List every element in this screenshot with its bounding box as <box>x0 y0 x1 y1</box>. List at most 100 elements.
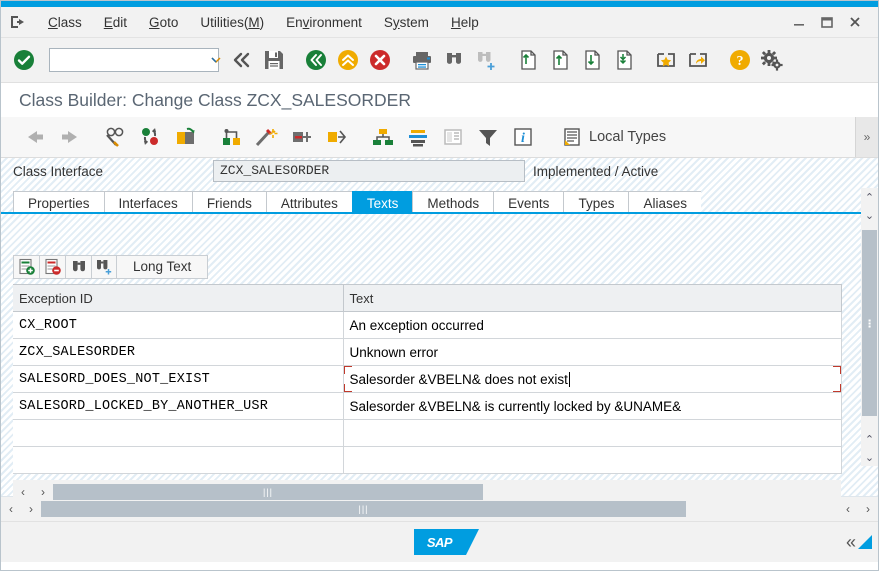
cell-exception-id[interactable]: SALESORD_LOCKED_BY_ANOTHER_USR <box>13 392 344 420</box>
tab-types[interactable]: Types <box>563 191 629 214</box>
command-input[interactable] <box>50 50 210 70</box>
scroll-up-icon[interactable]: ⌃ <box>861 188 878 206</box>
column-header-exception-id[interactable]: Exception ID <box>13 284 344 312</box>
settings-gear-icon[interactable] <box>757 45 787 75</box>
class-name-field[interactable]: ZCX_SALESORDER <box>213 160 525 182</box>
table-row[interactable]: ZCX_SALESORDER Unknown error <box>13 338 842 366</box>
table-row[interactable]: SALESORD_LOCKED_BY_ANOTHER_USR Salesorde… <box>13 392 842 420</box>
menu-item-class[interactable]: Class <box>37 13 93 32</box>
next-page-icon[interactable] <box>577 45 607 75</box>
scroll-left-icon[interactable]: ‹ <box>13 481 33 503</box>
structure-icon[interactable] <box>402 122 434 152</box>
cell-text[interactable] <box>343 446 842 474</box>
find-icon[interactable] <box>439 45 469 75</box>
signature-icon[interactable] <box>286 122 318 152</box>
window-scroll-right-icon-right[interactable]: › <box>858 498 878 520</box>
toolbar-overflow-button[interactable]: » <box>855 117 878 157</box>
cell-exception-id[interactable] <box>13 446 344 474</box>
cell-text[interactable]: Unknown error <box>343 338 842 366</box>
table-row-selected[interactable]: SALESORD_DOES_NOT_EXIST Salesorder &VBEL… <box>13 365 842 393</box>
long-text-button[interactable]: Long Text <box>116 255 209 279</box>
tab-friends[interactable]: Friends <box>191 191 266 214</box>
close-icon[interactable] <box>842 11 868 33</box>
scroll-track-vertical[interactable]: ▪ ▪ ▪ <box>861 224 878 430</box>
cell-exception-id[interactable]: SALESORD_DOES_NOT_EXIST <box>13 365 344 393</box>
scroll-right-icon[interactable]: › <box>33 481 53 503</box>
window-scroll-left-icon-right[interactable]: ‹ <box>838 498 858 520</box>
display-change-icon[interactable] <box>100 122 132 152</box>
insert-row-icon[interactable] <box>13 255 39 279</box>
menu-item-environment[interactable]: Environment <box>275 13 373 32</box>
class-hierarchy-icon[interactable] <box>216 122 248 152</box>
cell-exception-id[interactable]: ZCX_SALESORDER <box>13 338 344 366</box>
window-scroll-track[interactable]: ||| <box>41 501 838 517</box>
tab-events[interactable]: Events <box>493 191 564 214</box>
command-field[interactable] <box>49 48 222 72</box>
table-row[interactable] <box>13 446 842 474</box>
column-header-text[interactable]: Text <box>343 284 842 312</box>
print-icon[interactable] <box>407 45 437 75</box>
scroll-down-icon-bottom[interactable]: ⌄ <box>861 448 878 466</box>
create-shortcut-icon[interactable] <box>651 45 681 75</box>
menu-item-system[interactable]: System <box>373 13 440 32</box>
menu-item-utilities[interactable]: Utilities(M) <box>189 13 275 32</box>
info-icon[interactable]: i <box>507 122 539 152</box>
resize-grip-icon[interactable] <box>858 535 872 549</box>
save-icon[interactable] <box>259 45 289 75</box>
cell-text-editing[interactable]: Salesorder &VBELN& does not exist <box>343 365 842 393</box>
window-scroll-thumb[interactable]: ||| <box>41 501 686 517</box>
tab-interfaces[interactable]: Interfaces <box>103 191 192 214</box>
previous-page-icon[interactable] <box>545 45 575 75</box>
cancel-red-icon[interactable] <box>365 45 395 75</box>
back-double-icon[interactable] <box>227 45 257 75</box>
table-row[interactable]: CX_ROOT An exception occurred <box>13 311 842 339</box>
scroll-thumb[interactable]: ||| <box>53 484 483 500</box>
menu-item-edit[interactable]: Edit <box>93 13 138 32</box>
tab-methods[interactable]: Methods <box>412 191 494 214</box>
last-page-icon[interactable] <box>609 45 639 75</box>
menu-item-help[interactable]: Help <box>440 13 490 32</box>
local-types-button[interactable]: Local Types <box>553 120 674 154</box>
scroll-thumb-vertical[interactable]: ▪ ▪ ▪ <box>862 230 877 416</box>
forward-arrow-icon[interactable] <box>54 122 86 152</box>
grid-vertical-scrollbar[interactable]: ⌃ ⌄ ▪ ▪ ▪ ⌃ ⌄ <box>861 188 878 466</box>
scroll-up-icon-bottom[interactable]: ⌃ <box>861 430 878 448</box>
back-green-icon[interactable] <box>301 45 331 75</box>
copy-object-icon[interactable] <box>170 122 202 152</box>
cell-text[interactable] <box>343 419 842 447</box>
print-preview-icon[interactable] <box>437 122 469 152</box>
activate-icon[interactable] <box>135 122 167 152</box>
cell-exception-id[interactable] <box>13 419 344 447</box>
enter-check-icon[interactable] <box>9 45 39 75</box>
cell-text[interactable]: Salesorder &VBELN& is currently locked b… <box>343 392 842 420</box>
find-next-icon[interactable] <box>91 255 117 279</box>
tab-properties[interactable]: Properties <box>13 191 104 214</box>
minimize-icon[interactable] <box>786 11 812 33</box>
menu-item-goto[interactable]: Goto <box>138 13 189 32</box>
find-next-icon[interactable] <box>471 45 501 75</box>
cell-exception-id[interactable]: CX_ROOT <box>13 311 344 339</box>
command-dropdown-icon[interactable] <box>210 55 222 65</box>
inheritance-icon[interactable] <box>367 122 399 152</box>
customize-local-layout-icon[interactable] <box>683 45 713 75</box>
find-icon[interactable] <box>65 255 91 279</box>
scroll-down-icon[interactable]: ⌄ <box>861 206 878 224</box>
first-page-icon[interactable] <box>513 45 543 75</box>
back-arrow-icon[interactable] <box>19 122 51 152</box>
refactor-icon[interactable] <box>321 122 353 152</box>
up-orange-icon[interactable] <box>333 45 363 75</box>
scroll-track[interactable]: ||| <box>53 484 841 500</box>
maximize-icon[interactable] <box>814 11 840 33</box>
filter-icon[interactable] <box>472 122 504 152</box>
tab-texts[interactable]: Texts <box>351 191 413 214</box>
help-icon[interactable]: ? <box>725 45 755 75</box>
system-menu-icon[interactable] <box>7 11 31 33</box>
table-row[interactable] <box>13 419 842 447</box>
collapse-status-icon[interactable]: « <box>846 532 856 553</box>
delete-row-icon[interactable] <box>39 255 65 279</box>
tab-attributes[interactable]: Attributes <box>265 191 352 214</box>
svg-text:?: ? <box>737 54 744 69</box>
pattern-wizard-icon[interactable] <box>251 122 283 152</box>
cell-text[interactable]: An exception occurred <box>343 311 842 339</box>
tab-aliases[interactable]: Aliases <box>628 191 701 214</box>
